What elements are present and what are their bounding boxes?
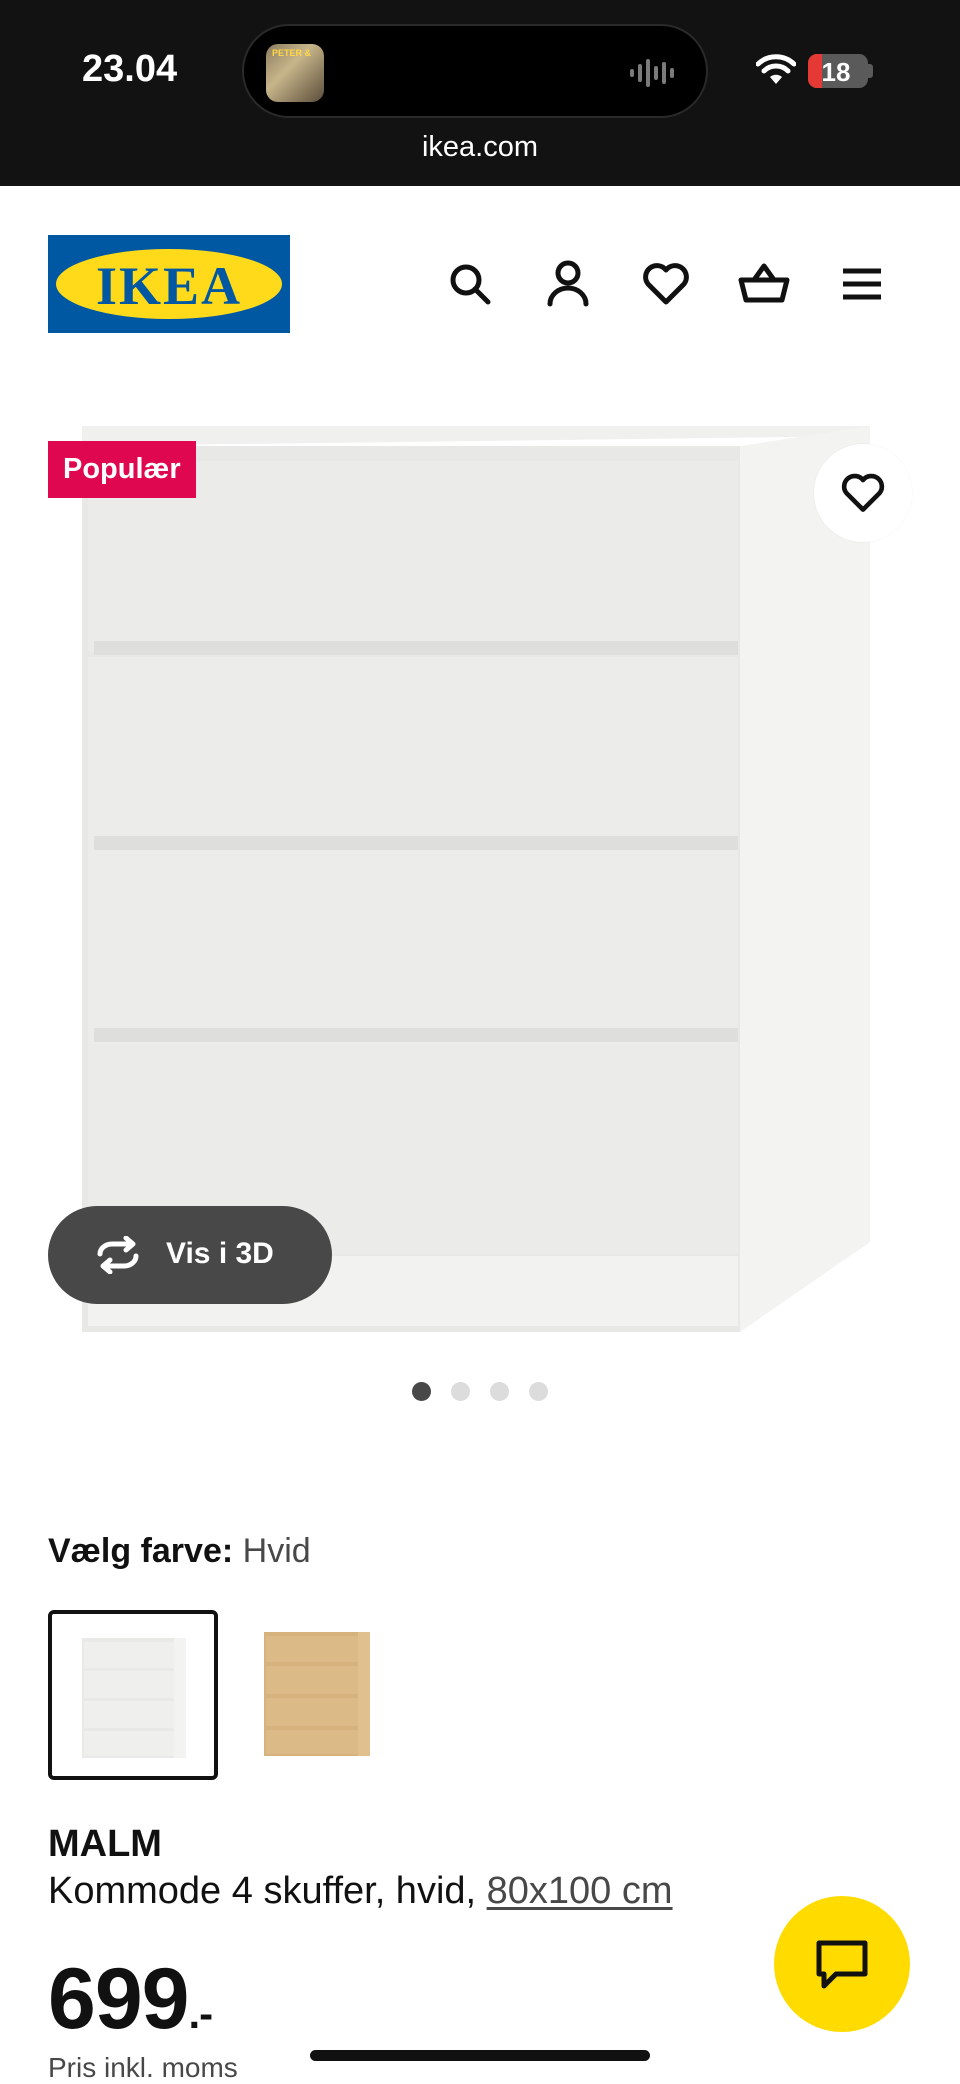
- dynamic-island[interactable]: PETER &: [242, 24, 708, 118]
- product-description-text: Kommode 4 skuffer, hvid,: [48, 1870, 487, 1912]
- color-label-key: Vælg farve:: [48, 1532, 234, 1570]
- chat-button[interactable]: [774, 1896, 910, 2032]
- island-thumb-text: PETER &: [272, 48, 312, 58]
- pagination-dot[interactable]: [490, 1382, 509, 1401]
- site-header: IKEA: [0, 186, 960, 376]
- search-icon[interactable]: [444, 258, 496, 310]
- product-description: Kommode 4 skuffer, hvid, 80x100 cm: [48, 1870, 673, 1913]
- battery-tip: [868, 64, 873, 78]
- oak-dresser-thumbnail: [264, 1632, 370, 1756]
- heart-icon: [841, 473, 885, 512]
- heart-icon[interactable]: [640, 258, 692, 310]
- save-favourite-button[interactable]: [814, 444, 912, 542]
- status-bar: 23.04 PETER & 18 ikea.com: [0, 0, 960, 186]
- view-in-3d-label: Vis i 3D: [166, 1237, 274, 1270]
- product-name: MALM: [48, 1823, 162, 1865]
- white-dresser-thumbnail: [82, 1638, 186, 1758]
- logo-text: IKEA: [95, 256, 243, 316]
- basket-icon[interactable]: [738, 258, 790, 310]
- pagination-dot[interactable]: [451, 1382, 470, 1401]
- color-label-value: Hvid: [242, 1532, 311, 1570]
- view-in-3d-button[interactable]: Vis i 3D: [48, 1206, 332, 1304]
- chat-icon: [816, 1940, 868, 1989]
- price-suffix: .-: [188, 1990, 214, 2037]
- rotate-3d-icon: [97, 1236, 139, 1274]
- product-price: 699.-: [48, 1950, 214, 2049]
- wifi-icon: [756, 54, 796, 84]
- pagination-dot[interactable]: [412, 1382, 431, 1401]
- product-gallery[interactable]: Populær Vis i 3D: [0, 376, 960, 1376]
- address-bar-url[interactable]: ikea.com: [0, 131, 960, 164]
- battery-percent: 18: [821, 57, 851, 87]
- audio-wave-icon: [630, 59, 674, 87]
- home-indicator[interactable]: [310, 2050, 650, 2061]
- status-time: 23.04: [82, 48, 178, 90]
- menu-icon[interactable]: [836, 258, 888, 310]
- account-icon[interactable]: [542, 258, 594, 310]
- price-note: Pris inkl. moms: [48, 2052, 238, 2083]
- color-selector-label: Vælg farve: Hvid: [48, 1532, 311, 1571]
- popular-badge: Populær: [48, 441, 196, 498]
- price-value: 699: [48, 1951, 189, 2047]
- product-size-link[interactable]: 80x100 cm: [487, 1870, 673, 1912]
- color-swatch-white[interactable]: [48, 1610, 218, 1780]
- now-playing-thumbnail: PETER &: [266, 44, 324, 102]
- ikea-logo[interactable]: IKEA: [48, 235, 290, 333]
- color-swatch-oak[interactable]: [238, 1610, 408, 1780]
- pagination-dot[interactable]: [529, 1382, 548, 1401]
- battery-indicator: 18: [808, 54, 868, 88]
